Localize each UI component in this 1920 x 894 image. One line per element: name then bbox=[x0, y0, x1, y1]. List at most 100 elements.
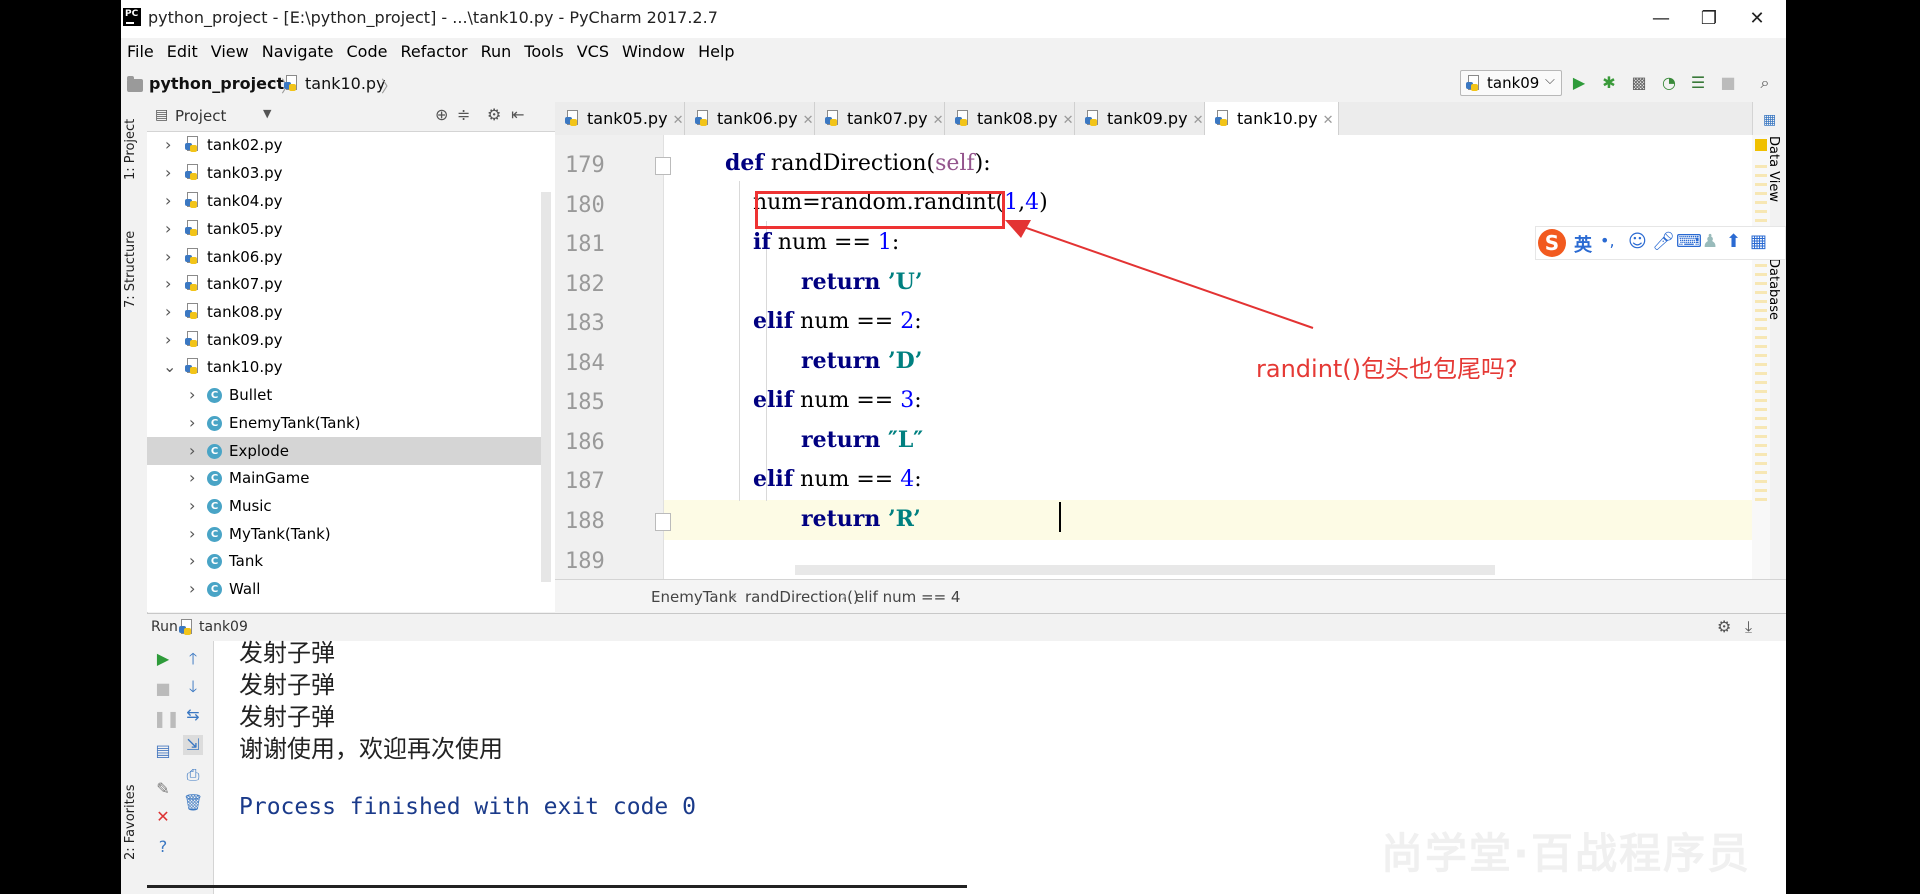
gear-icon[interactable]: ⚙ bbox=[1717, 617, 1731, 636]
tree-file-tank04[interactable]: › tank04.py bbox=[147, 187, 549, 215]
close-icon: ✕ bbox=[672, 113, 684, 128]
minimize-button[interactable]: — bbox=[1641, 6, 1681, 32]
tab-tank07[interactable]: tank07.py ✕ bbox=[815, 102, 945, 135]
tree-class-explode[interactable]: › C Explode bbox=[147, 437, 549, 465]
breadcrumb-statement[interactable]: elif num == 4 bbox=[855, 588, 960, 606]
code-line-186: return ″L″ bbox=[801, 427, 924, 453]
stop-icon[interactable]: ■ bbox=[153, 679, 173, 699]
locate-icon[interactable]: ⊕ bbox=[435, 105, 448, 124]
menu-tools[interactable]: Tools bbox=[518, 40, 570, 64]
tab-tank10[interactable]: tank10.py ✕ bbox=[1205, 102, 1339, 136]
trash-icon[interactable]: 🗑︎ bbox=[183, 793, 203, 813]
menu-edit[interactable]: Edit bbox=[161, 40, 205, 64]
concurrency-icon[interactable]: ☰ bbox=[1687, 72, 1709, 94]
menu-navigate[interactable]: Navigate bbox=[256, 40, 341, 64]
tree-file-tank05[interactable]: › tank05.py bbox=[147, 215, 549, 243]
stop-icon[interactable]: ■ bbox=[1717, 72, 1739, 94]
collapse-icon[interactable]: ≑ bbox=[457, 105, 470, 124]
soft-wrap-icon[interactable]: ⇆ bbox=[183, 705, 203, 725]
ime-lang-toggle[interactable]: 英 bbox=[1574, 231, 1592, 257]
search-icon[interactable]: ⌕ bbox=[1754, 72, 1776, 94]
close-button[interactable]: ✕ bbox=[1737, 6, 1777, 32]
close-icon: ✕ bbox=[802, 113, 814, 128]
menu-file[interactable]: File bbox=[121, 40, 161, 64]
class-icon: C bbox=[207, 388, 222, 403]
annotation-text: randint()包头也包尾吗? bbox=[1256, 355, 1518, 383]
line-number: 188 bbox=[565, 509, 605, 534]
profile-icon[interactable]: ◔ bbox=[1658, 72, 1680, 94]
structure-tool-tab[interactable]: 7: Structure bbox=[123, 231, 138, 308]
tab-tank09[interactable]: tank09.py ✕ bbox=[1075, 102, 1205, 135]
menu-refactor[interactable]: Refactor bbox=[394, 40, 474, 64]
code-editor[interactable]: 179 180 181 182 183 184 185 186 187 188 … bbox=[555, 135, 1752, 579]
error-stripe bbox=[1752, 135, 1770, 579]
arrow-down-icon[interactable]: 🡓 bbox=[183, 677, 203, 697]
tab-tank06[interactable]: tank06.py ✕ bbox=[685, 102, 815, 135]
run-config-label: tank09 bbox=[1487, 74, 1540, 92]
text-caret bbox=[1059, 502, 1061, 532]
toolbox-icon[interactable]: ▦ bbox=[1750, 231, 1767, 252]
restore-button[interactable]: ❐ bbox=[1689, 6, 1729, 32]
tree-class-bullet[interactable]: › C Bullet bbox=[147, 381, 549, 409]
tree-file-tank06[interactable]: › tank06.py bbox=[147, 243, 549, 271]
keyboard-icon[interactable]: ⌨ bbox=[1676, 231, 1702, 252]
console-scrollbar[interactable] bbox=[147, 885, 967, 888]
nav-project[interactable]: python_project bbox=[149, 74, 284, 93]
tree-class-maingame[interactable]: › C MainGame bbox=[147, 464, 549, 492]
run-icon[interactable]: ▶ bbox=[1568, 72, 1590, 94]
close-icon[interactable]: ✕ bbox=[153, 807, 173, 827]
hide-panel-icon[interactable]: ⤓ bbox=[1745, 617, 1752, 637]
dropdown-arrow-icon[interactable]: ▼ bbox=[263, 107, 271, 120]
project-scrollbar[interactable] bbox=[541, 192, 551, 582]
tree-file-tank09[interactable]: › tank09.py bbox=[147, 326, 549, 354]
tree-file-tank10[interactable]: ⌄ tank10.py bbox=[147, 353, 549, 381]
skin-icon[interactable]: ⬆ bbox=[1726, 231, 1741, 252]
python-file-icon bbox=[179, 619, 194, 636]
menu-help[interactable]: Help bbox=[692, 40, 741, 64]
microphone-icon[interactable]: 🎤︎ bbox=[1652, 231, 1675, 252]
print-icon[interactable]: ⎙ bbox=[183, 765, 203, 785]
project-tool-tab[interactable]: 1: Project bbox=[123, 119, 138, 180]
favorites-tool-tab[interactable]: 2: Favorites bbox=[123, 784, 138, 860]
tree-file-tank08[interactable]: › tank08.py bbox=[147, 298, 549, 326]
horizontal-scrollbar[interactable] bbox=[795, 565, 1495, 575]
menu-vcs[interactable]: VCS bbox=[571, 40, 616, 64]
fold-marker-icon[interactable] bbox=[655, 157, 671, 175]
hide-icon[interactable]: ⇤ bbox=[511, 105, 524, 124]
menu-window[interactable]: Window bbox=[616, 40, 692, 64]
tree-file-tank02[interactable]: › tank02.py bbox=[147, 131, 549, 159]
tree-class-mytank[interactable]: › C MyTank(Tank) bbox=[147, 520, 549, 548]
user-icon[interactable]: ♟ bbox=[1702, 231, 1718, 252]
arrow-up-icon[interactable]: 🡑 bbox=[183, 649, 203, 669]
project-panel-title[interactable]: Project bbox=[175, 107, 226, 125]
coverage-icon[interactable]: ▩ bbox=[1628, 72, 1650, 94]
pin-icon[interactable]: ✎ bbox=[153, 779, 173, 799]
nav-file[interactable]: tank10.py bbox=[305, 74, 386, 93]
scroll-to-end-icon[interactable]: ⇲ bbox=[183, 735, 203, 755]
help-icon[interactable]: ? bbox=[153, 837, 173, 857]
tree-class-enemytank[interactable]: › C EnemyTank(Tank) bbox=[147, 409, 549, 437]
emoji-icon[interactable]: ☺ bbox=[1628, 231, 1647, 252]
menu-code[interactable]: Code bbox=[341, 40, 395, 64]
class-icon: C bbox=[207, 471, 222, 486]
tree-class-music[interactable]: › C Music bbox=[147, 492, 549, 520]
debug-icon[interactable]: ✱ bbox=[1598, 72, 1620, 94]
pause-icon[interactable]: ❚❚ bbox=[153, 709, 180, 729]
tree-file-tank03[interactable]: › tank03.py bbox=[147, 159, 549, 187]
tree-class-tank[interactable]: › C Tank bbox=[147, 547, 549, 575]
run-config-select[interactable]: tank09 ⌵ bbox=[1460, 70, 1562, 96]
tree-file-tank07[interactable]: › tank07.py bbox=[147, 270, 549, 298]
rerun-icon[interactable]: ▶ bbox=[153, 649, 173, 669]
menu-view[interactable]: View bbox=[205, 40, 256, 64]
menu-run[interactable]: Run bbox=[475, 40, 519, 64]
ime-punct-toggle[interactable]: •, bbox=[1600, 231, 1615, 250]
python-file-icon bbox=[284, 75, 299, 92]
gear-icon[interactable]: ⚙ bbox=[487, 105, 501, 124]
tree-class-wall[interactable]: › C Wall bbox=[147, 575, 549, 603]
tab-tank08[interactable]: tank08.py ✕ bbox=[945, 102, 1075, 135]
ime-toolbar[interactable]: S 英 •, ☺ 🎤︎ ⌨ ♟ ⬆ ▦ bbox=[1535, 226, 1786, 260]
layout-icon[interactable]: ▤ bbox=[153, 741, 173, 761]
breadcrumb-class[interactable]: EnemyTank bbox=[651, 588, 737, 606]
fold-marker-icon[interactable] bbox=[655, 513, 671, 531]
tab-tank05[interactable]: tank05.py ✕ bbox=[555, 102, 685, 135]
